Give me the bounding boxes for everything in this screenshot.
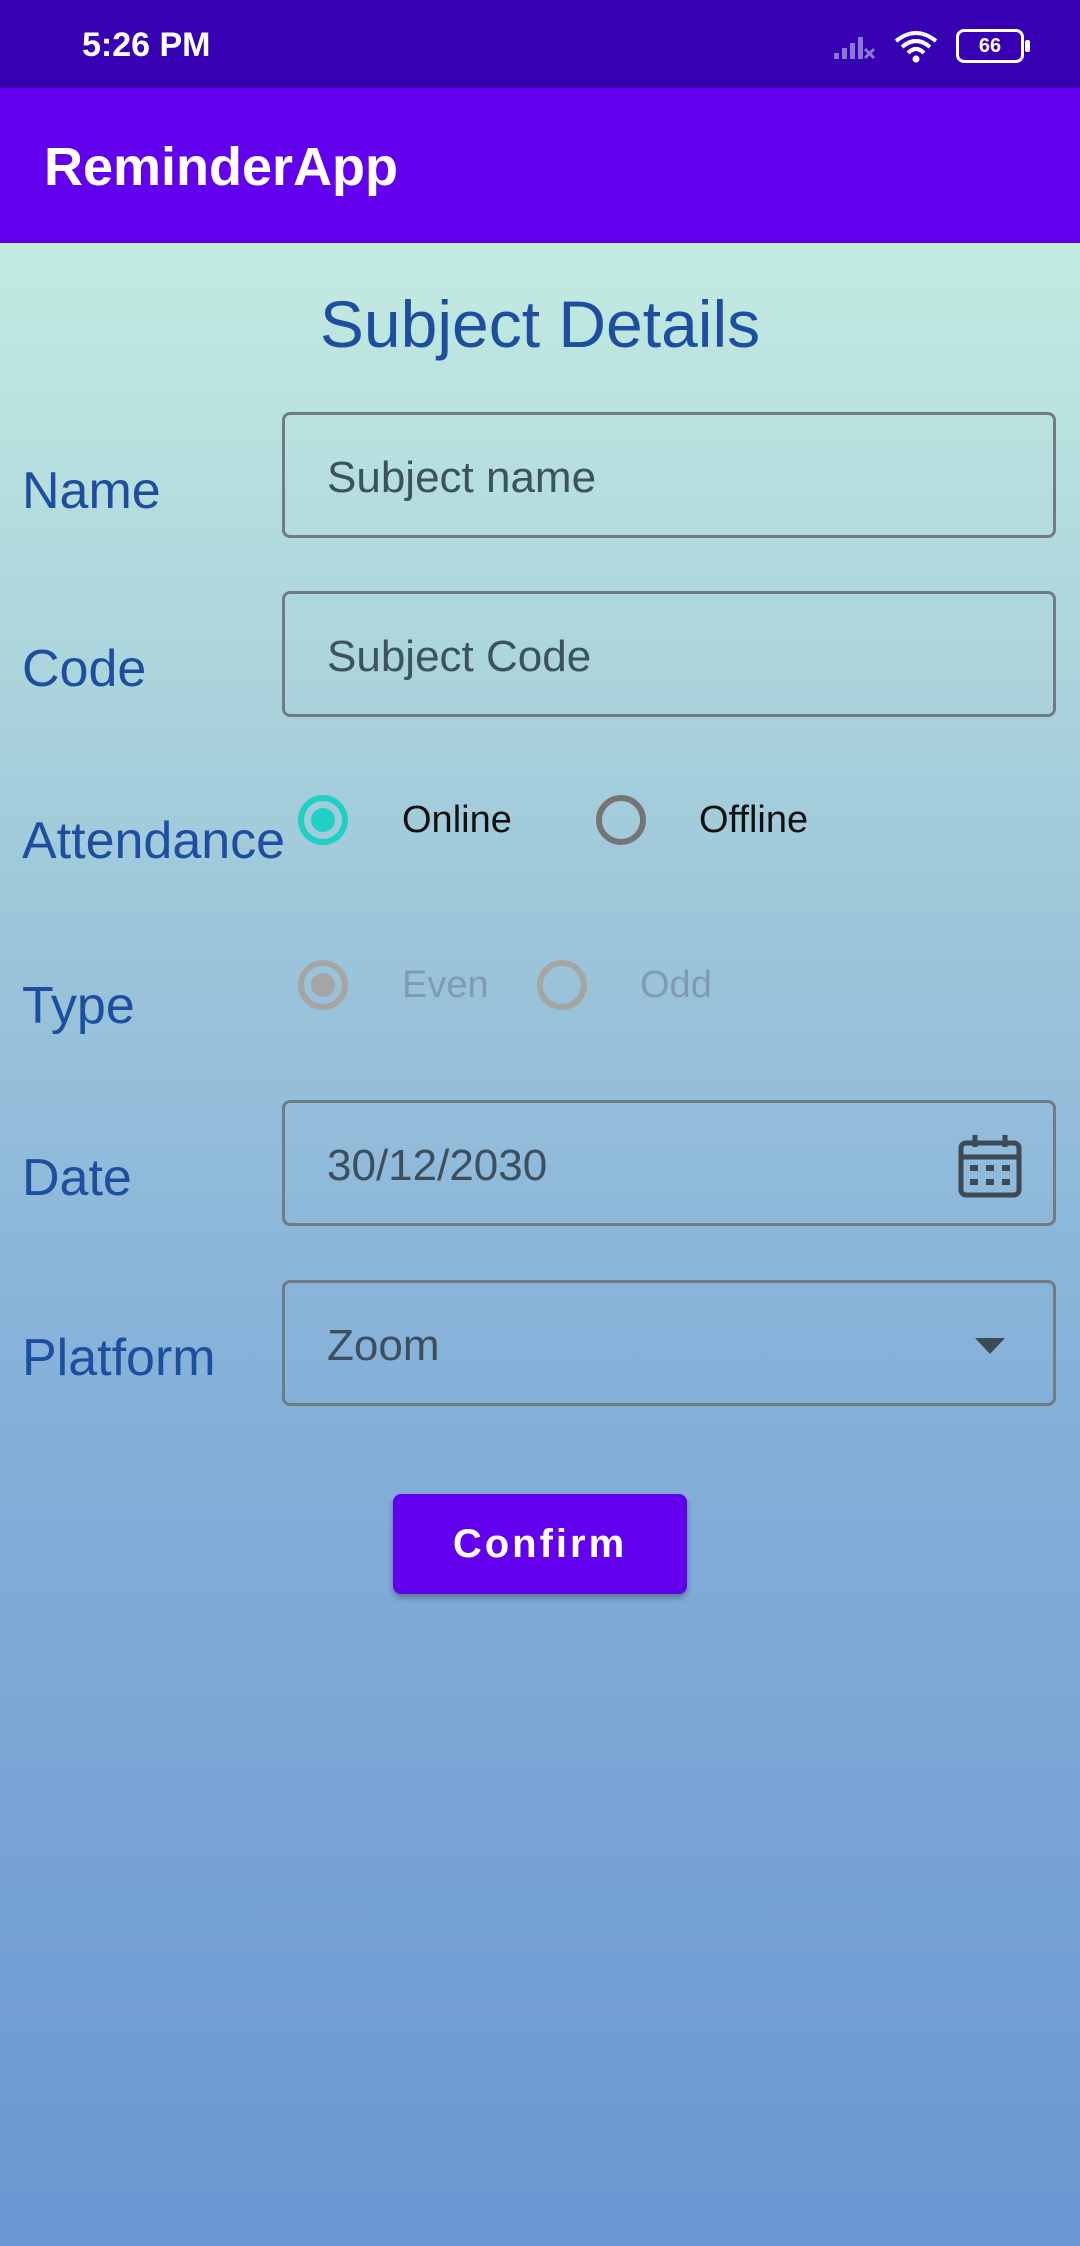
status-bar: 5:26 PM 66: [0, 0, 1080, 88]
subject-code-placeholder: Subject Code: [327, 632, 592, 681]
type-odd-label[interactable]: Odd: [640, 964, 712, 1007]
type-even-label[interactable]: Even: [402, 964, 489, 1007]
status-icons: 66: [832, 26, 1030, 66]
platform-dropdown[interactable]: Zoom: [282, 1280, 1056, 1406]
form-container: Subject Details Name Subject name Code S…: [0, 243, 1080, 2246]
type-label: Type: [22, 977, 135, 1035]
status-time: 5:26 PM: [82, 26, 211, 64]
type-even-radio[interactable]: [298, 960, 348, 1010]
date-value: 30/12/2030: [327, 1141, 548, 1190]
subject-name-placeholder: Subject name: [327, 453, 597, 502]
signal-icon: [834, 37, 876, 60]
wifi-icon: [894, 31, 938, 63]
attendance-label: Attendance: [22, 812, 286, 870]
attendance-offline-label[interactable]: Offline: [699, 799, 808, 842]
attendance-online-radio[interactable]: [298, 795, 348, 845]
type-odd-radio[interactable]: [537, 960, 587, 1010]
app-title: ReminderApp: [44, 137, 399, 197]
battery-icon: 66: [956, 29, 1030, 63]
name-label: Name: [22, 462, 161, 520]
platform-label: Platform: [22, 1329, 216, 1387]
page-title: Subject Details: [319, 287, 761, 361]
date-label: Date: [22, 1149, 132, 1207]
calendar-icon[interactable]: [957, 1133, 1023, 1199]
confirm-button[interactable]: Confirm: [393, 1494, 687, 1594]
attendance-offline-radio[interactable]: [596, 795, 646, 845]
platform-value: Zoom: [327, 1321, 440, 1370]
subject-name-input[interactable]: Subject name: [282, 412, 1056, 538]
attendance-online-label[interactable]: Online: [402, 799, 512, 842]
app-bar: ReminderApp: [0, 88, 1080, 243]
subject-code-input[interactable]: Subject Code: [282, 591, 1056, 717]
code-label: Code: [22, 640, 147, 698]
dropdown-arrow-icon[interactable]: [975, 1338, 1005, 1354]
date-input[interactable]: 30/12/2030: [282, 1100, 1056, 1226]
